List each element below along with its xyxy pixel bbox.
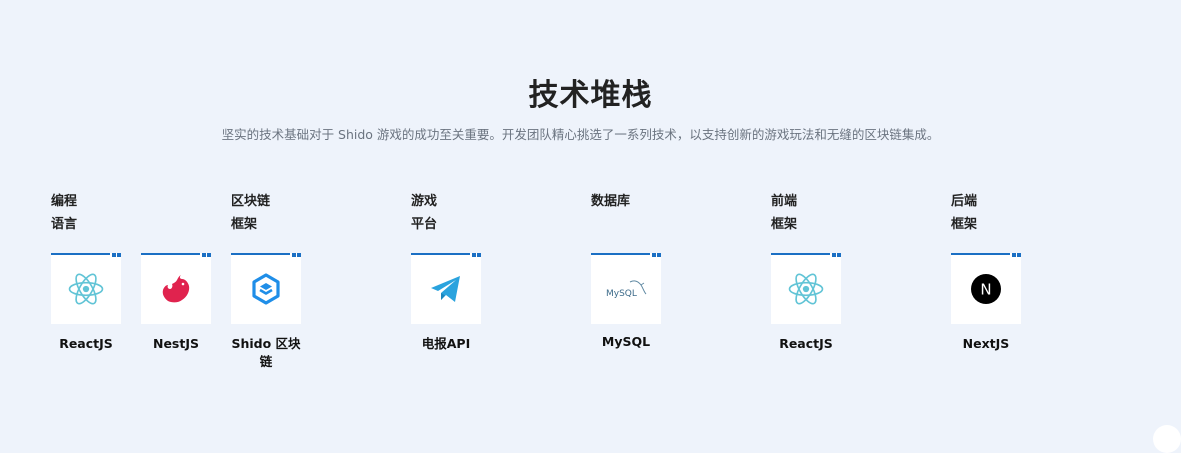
category-line: 区块链: [231, 194, 271, 209]
category-backend-framework: 后端 框架: [951, 190, 977, 236]
shido-blockchain-icon: [252, 272, 280, 305]
tech-card-reactjs-frontend: [771, 253, 841, 324]
category-line: 数据库: [591, 194, 631, 209]
category-line: 前端: [771, 194, 798, 209]
card-accent-line: [51, 253, 110, 255]
telegram-icon: [431, 275, 460, 302]
category-programming-language: 编程 语言: [51, 190, 77, 236]
react-icon: [68, 273, 104, 304]
tech-card-nestjs: [141, 253, 211, 324]
card-accent-dots: [112, 253, 121, 257]
tech-card-shido-blockchain: [231, 253, 301, 324]
category-line: 框架: [771, 217, 798, 232]
tech-card-mysql: MySQL: [591, 253, 661, 324]
category-game-platform: 游戏 平台: [411, 190, 437, 236]
tech-card-reactjs: [51, 253, 121, 324]
category-database: 数据库: [591, 190, 630, 213]
tech-label: 电报API: [421, 336, 471, 351]
tech-label: Shido 区块链: [231, 336, 301, 369]
tech-label: MySQL: [601, 334, 651, 349]
card-accent-dots: [292, 253, 301, 257]
nestjs-icon: [162, 274, 190, 302]
tech-label: NestJS: [152, 336, 199, 351]
category-line: 游戏: [411, 194, 438, 209]
card-accent-line: [951, 253, 1010, 255]
tech-card-nextjs: N: [951, 253, 1021, 324]
scroll-to-top-button[interactable]: [1153, 425, 1181, 453]
tech-stack-subtitle: 坚实的技术基础对于 Shido 游戏的成功至关重要。开发团队精心挑选了一系列技术…: [221, 127, 940, 142]
card-accent-dots: [202, 253, 211, 257]
card-accent-line: [411, 253, 470, 255]
category-frontend-framework: 前端 框架: [771, 190, 797, 236]
category-line: 语言: [51, 217, 78, 232]
tech-label: ReactJS: [779, 336, 833, 351]
mysql-icon-text: MySQL: [606, 289, 637, 299]
card-accent-dots: [1012, 253, 1021, 257]
tech-card-telegram-api: [411, 253, 481, 324]
category-line: 框架: [231, 217, 258, 232]
tech-label: NextJS: [962, 336, 1010, 351]
card-accent-line: [231, 253, 290, 255]
nextjs-icon: N: [971, 273, 1001, 304]
card-accent-dots: [832, 253, 841, 257]
tech-label: ReactJS: [59, 336, 113, 351]
category-line: 框架: [951, 217, 978, 232]
card-accent-line: [591, 253, 650, 255]
category-line: 平台: [411, 217, 438, 232]
react-icon: [788, 273, 824, 304]
category-line: 编程: [51, 194, 78, 209]
card-accent-dots: [472, 253, 481, 257]
nextjs-icon-text: N: [980, 280, 991, 298]
card-accent-line: [141, 253, 200, 255]
category-line: 后端: [951, 194, 978, 209]
mysql-icon: MySQL: [606, 280, 647, 299]
category-blockchain-framework: 区块链 框架: [231, 190, 270, 236]
card-accent-line: [771, 253, 830, 255]
tech-stack-title: 技术堆栈: [528, 78, 653, 113]
card-accent-dots: [652, 253, 661, 257]
